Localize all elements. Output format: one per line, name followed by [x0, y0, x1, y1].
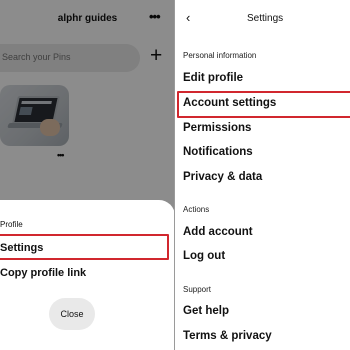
- settings-item-permissions[interactable]: Permissions: [183, 122, 251, 134]
- settings-item-notifications[interactable]: Notifications: [183, 146, 253, 158]
- settings-title: Settings: [247, 13, 284, 24]
- highlight-box: [177, 91, 350, 118]
- profile-bottom-sheet: Profile Settings Copy profile link Close: [0, 200, 175, 350]
- sheet-item-copy-profile-link[interactable]: Copy profile link: [0, 267, 86, 279]
- settings-item-get-help[interactable]: Get help: [183, 305, 229, 317]
- settings-item-privacy-data[interactable]: Privacy & data: [183, 171, 262, 183]
- section-personal-information: Personal information: [183, 51, 257, 60]
- close-button[interactable]: Close: [49, 298, 95, 330]
- settings-item-add-account[interactable]: Add account: [183, 226, 253, 238]
- section-support: Support: [183, 285, 212, 294]
- settings-item-terms-privacy[interactable]: Terms & privacy: [183, 330, 272, 342]
- profile-screen: alphr guides ••• Search your Pins + ••• …: [0, 0, 175, 350]
- highlight-box: [0, 234, 169, 260]
- chevron-left-icon[interactable]: ‹: [186, 10, 190, 25]
- sheet-heading: Profile: [0, 220, 23, 229]
- settings-item-edit-profile[interactable]: Edit profile: [183, 72, 243, 84]
- section-actions: Actions: [183, 205, 210, 214]
- settings-screen: ‹ Settings Personal information Edit pro…: [175, 0, 350, 350]
- settings-item-log-out[interactable]: Log out: [183, 250, 225, 262]
